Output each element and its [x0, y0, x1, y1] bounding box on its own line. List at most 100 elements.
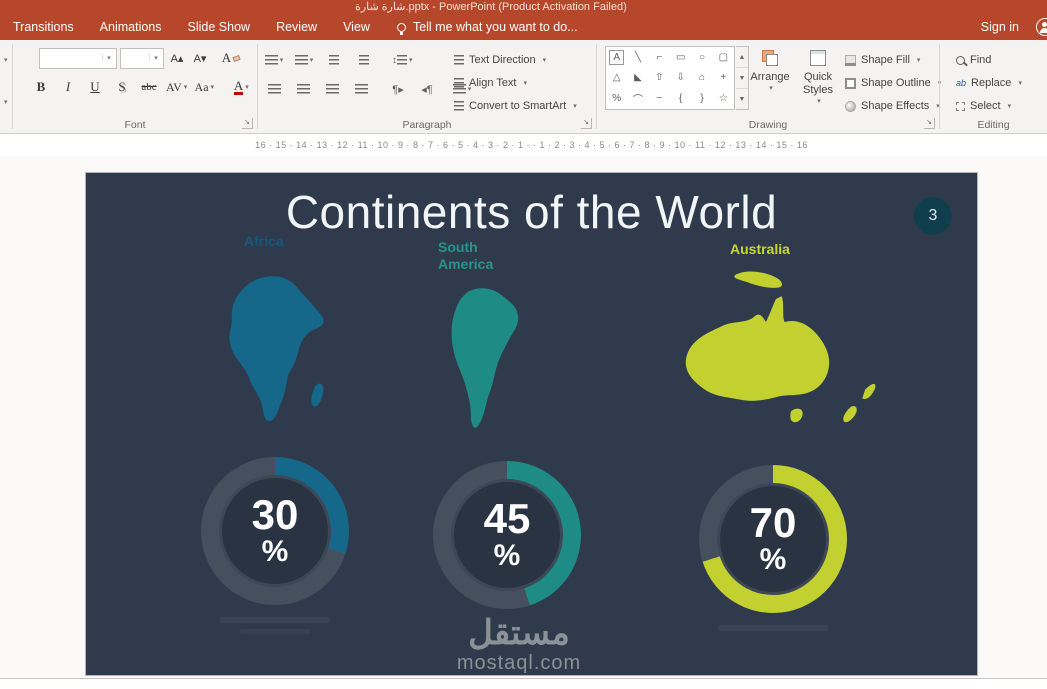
shape-star[interactable]: ☆ [713, 88, 734, 109]
increase-indent-button[interactable] [354, 49, 374, 71]
shape-fill-button[interactable]: Shape Fill ▾ [845, 50, 920, 70]
editing-group-label: Editing [977, 119, 1010, 131]
account-person-icon[interactable] [1036, 18, 1047, 36]
percent-sign: % [759, 543, 787, 576]
select-icon [956, 101, 965, 111]
change-case-button[interactable]: Aa ▾ [194, 76, 215, 98]
font-size-input[interactable] [121, 48, 149, 68]
select-button[interactable]: Select ▾ [956, 96, 1011, 116]
bullets-button[interactable]: ▾ [264, 49, 284, 71]
tell-me-label: Tell me what you want to do... [412, 20, 578, 34]
align-right-button[interactable] [322, 78, 342, 100]
shape-oval[interactable]: ○ [691, 47, 712, 68]
clipped-dropdown-icon[interactable]: ▾ [4, 98, 8, 106]
australia-map[interactable] [661, 265, 891, 461]
drawing-dialog-launcher[interactable]: ↘ [924, 118, 935, 129]
tab-transitions[interactable]: Transitions [0, 14, 87, 40]
font-size-combobox[interactable]: ▾ [120, 47, 164, 69]
justify-icon [354, 83, 368, 95]
font-name-input[interactable] [40, 48, 102, 68]
align-left-icon [267, 83, 281, 95]
shape-line[interactable]: ╲ [627, 47, 648, 68]
tab-animations[interactable]: Animations [87, 14, 175, 40]
shape-right-triangle[interactable]: ◣ [627, 68, 648, 89]
increase-indent-icon [359, 54, 369, 66]
arrange-icon [762, 50, 778, 66]
tell-me-box[interactable]: Tell me what you want to do... [396, 20, 578, 35]
numbering-button[interactable]: ▾ [294, 49, 314, 71]
clipped-dropdown-icon[interactable]: ▾ [4, 56, 8, 64]
align-text-icon [454, 77, 464, 89]
character-spacing-button[interactable]: AV ▾ [166, 76, 187, 98]
shape-arrow-down[interactable]: ⇩ [670, 68, 691, 89]
align-left-button[interactable] [264, 78, 284, 100]
window-title: شارة شارة.pptx - PowerPoint (Product Act… [355, 1, 627, 13]
shape-right-brace[interactable]: } [691, 88, 712, 109]
bold-button[interactable]: B [31, 76, 51, 98]
paragraph-dialog-launcher[interactable]: ↘ [581, 118, 592, 129]
align-text-button[interactable]: Align Text ▾ [454, 73, 527, 93]
eraser-icon [232, 54, 241, 62]
shape-curve[interactable]: ~ [649, 88, 670, 109]
smartart-icon [454, 100, 464, 112]
text-direction-button[interactable]: Text Direction ▾ [454, 50, 546, 70]
shape-plus[interactable]: + [713, 68, 734, 89]
shape-arc[interactable]: ⌒ [627, 88, 648, 109]
shape-pentagon-home[interactable]: ⌂ [691, 68, 712, 89]
convert-to-smartart-button[interactable]: Convert to SmartArt ▾ [454, 96, 577, 116]
chevron-down-icon[interactable]: ▾ [102, 54, 115, 62]
slide[interactable]: Continents of the World 3 Africa 30 % So… [85, 172, 978, 676]
paragraph-group-label: Paragraph [402, 119, 452, 131]
shape-arrow-up[interactable]: ⇧ [649, 68, 670, 89]
chevron-down-icon[interactable]: ▾ [149, 54, 162, 62]
ribbon: ▾ ▾ ▾ ▾ A▴ A▾ A B I U S abc AV ▾ Aa ▾ A … [0, 40, 1047, 134]
font-color-button[interactable]: A ▾ [231, 76, 251, 98]
replace-button[interactable]: ab Replace ▾ [956, 73, 1022, 93]
tab-slide-show[interactable]: Slide Show [175, 14, 264, 40]
text-shadow-button[interactable]: S [112, 76, 132, 98]
paragraph-group: ▾ ▾ ↕ ▾ ¶▸ ◂¶ ▾ Text Direction ▾ Align T… [258, 40, 596, 133]
clear-formatting-button[interactable]: A [221, 47, 241, 69]
continent-label[interactable]: Australia [730, 241, 820, 258]
quick-styles-button[interactable]: Quick Styles ▾ [795, 46, 841, 112]
editing-group: Find ab Replace ▾ Select ▾ Editing [940, 40, 1047, 133]
right-to-left-button[interactable]: ◂¶ [417, 78, 437, 100]
shape-outline-icon [845, 77, 856, 89]
shape-rectangle[interactable]: ▭ [670, 47, 691, 68]
shape-percent[interactable]: % [606, 88, 627, 109]
line-spacing-button[interactable]: ↕ ▾ [392, 49, 413, 71]
lightbulb-icon [396, 22, 406, 35]
font-name-combobox[interactable]: ▾ [39, 47, 117, 69]
tab-review[interactable]: Review [263, 14, 330, 40]
tab-view[interactable]: View [330, 14, 383, 40]
decrease-indent-button[interactable] [324, 49, 344, 71]
italic-button[interactable]: I [58, 76, 78, 98]
shape-elbow-connector[interactable]: ⌐ [649, 47, 670, 68]
font-dialog-launcher[interactable]: ↘ [242, 118, 253, 129]
arrange-button[interactable]: Arrange ▾ [747, 46, 793, 112]
find-button[interactable]: Find [956, 50, 991, 70]
clipped-left-group: ▾ ▾ [0, 40, 12, 133]
shape-outline-button[interactable]: Shape Outline ▾ [845, 73, 941, 93]
sign-in-button[interactable]: Sign in [981, 20, 1019, 34]
underline-button[interactable]: U [85, 76, 105, 98]
left-to-right-button[interactable]: ¶▸ [388, 78, 408, 100]
justify-button[interactable] [351, 78, 371, 100]
drawing-group-label: Drawing [748, 119, 788, 131]
shape-rounded-rectangle[interactable]: ▢ [713, 47, 734, 68]
chevron-down-icon: ▾ [210, 84, 215, 91]
caption-placeholder [718, 625, 828, 631]
drawing-group: A ╲ ⌐ ▭ ○ ▢ △ ◣ ⇧ ⇩ ⌂ + % ⌒ ~ { } ☆ ▲ ▼ … [597, 40, 941, 133]
align-center-icon [296, 83, 310, 95]
shape-left-brace[interactable]: { [670, 88, 691, 109]
align-center-button[interactable] [293, 78, 313, 100]
increase-font-size-button[interactable]: A▴ [167, 47, 187, 69]
shape-isosceles-triangle[interactable]: △ [606, 68, 627, 89]
decrease-font-size-button[interactable]: A▾ [190, 47, 210, 69]
editing-canvas: Continents of the World 3 Africa 30 % So… [0, 156, 1047, 678]
horizontal-ruler[interactable]: 16 · 15 · 14 · 13 · 12 · 11 · 10 · 9 · 8… [85, 136, 978, 154]
strikethrough-button[interactable]: abc [139, 76, 159, 98]
shape-effects-button[interactable]: Shape Effects ▾ [845, 96, 940, 116]
donut-chart[interactable]: 70 % [699, 465, 847, 613]
shape-text-box[interactable]: A [609, 50, 625, 65]
